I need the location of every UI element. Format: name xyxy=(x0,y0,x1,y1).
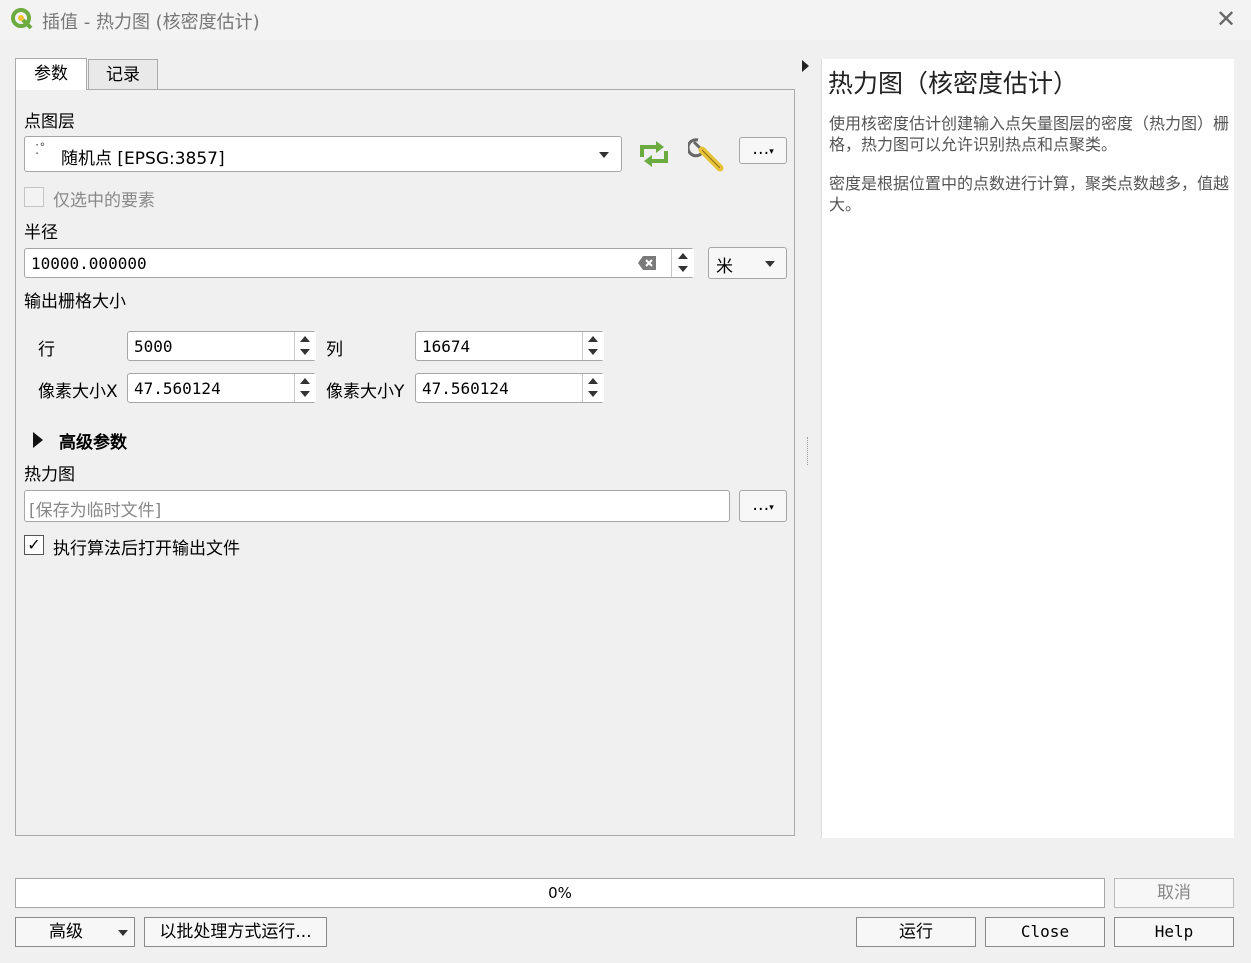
point-layer-value: 随机点 [EPSG:3857] xyxy=(61,149,225,169)
rows-input[interactable]: 5000 xyxy=(127,331,316,361)
clear-icon[interactable] xyxy=(637,255,657,271)
collapse-help-icon[interactable] xyxy=(802,60,809,72)
window-title: 插值 - 热力图 (核密度估计) xyxy=(42,12,260,33)
selected-only-label: 仅选中的要素 xyxy=(53,191,155,211)
chevron-right-icon xyxy=(33,432,43,448)
pixel-x-label: 像素大小X xyxy=(38,382,118,402)
selected-only-checkbox[interactable] xyxy=(24,187,44,207)
advanced-menu-button[interactable]: 高级 xyxy=(15,917,135,947)
chevron-down-icon xyxy=(765,261,775,267)
chevron-down-icon xyxy=(599,152,609,158)
batch-run-button[interactable]: 以批处理方式运行... xyxy=(144,917,327,947)
advanced-params-toggle[interactable]: 高级参数 xyxy=(30,428,170,453)
point-layer-select[interactable]: ⁚˚ 随机点 [EPSG:3857] xyxy=(24,136,622,172)
heatmap-output-input[interactable]: [保存为临时文件] xyxy=(24,490,730,522)
cols-label: 列 xyxy=(326,340,343,360)
qgis-logo-icon xyxy=(10,7,34,31)
help-paragraph-1: 使用核密度估计创建输入点矢量图层的密度（热力图）栅格，热力图可以允许识别热点和点… xyxy=(829,114,1230,154)
cols-input[interactable]: 16674 xyxy=(415,331,604,361)
close-button[interactable]: Close xyxy=(985,917,1105,947)
point-layer-more-button[interactable]: …▾ xyxy=(739,137,787,164)
radius-unit-select[interactable]: 米 xyxy=(708,247,787,279)
pixel-x-spinner[interactable] xyxy=(294,374,316,402)
output-raster-label: 输出栅格大小 xyxy=(24,292,126,312)
rows-spinner[interactable] xyxy=(294,332,316,360)
refresh-icon[interactable] xyxy=(636,137,672,171)
wrench-icon[interactable] xyxy=(686,136,728,174)
help-title: 热力图（核密度估计） xyxy=(828,69,1079,98)
help-button[interactable]: Help xyxy=(1114,917,1234,947)
pixel-y-label: 像素大小Y xyxy=(326,382,405,402)
radius-label: 半径 xyxy=(24,223,58,243)
pixel-x-input[interactable]: 47.560124 xyxy=(127,373,316,403)
open-after-checkbox[interactable]: ✓ xyxy=(24,535,44,555)
pixel-y-input[interactable]: 47.560124 xyxy=(415,373,604,403)
cancel-button[interactable]: 取消 xyxy=(1114,878,1234,908)
splitter-handle[interactable] xyxy=(807,437,811,465)
run-button[interactable]: 运行 xyxy=(856,917,976,947)
close-icon[interactable]: ✕ xyxy=(1213,6,1239,32)
radius-spinner[interactable] xyxy=(671,249,694,277)
radius-input[interactable]: 10000.000000 xyxy=(24,248,694,278)
cols-spinner[interactable] xyxy=(582,332,604,360)
heatmap-more-button[interactable]: …▾ xyxy=(739,490,787,522)
progress-bar: 0% xyxy=(15,878,1105,908)
radius-value: 10000.000000 xyxy=(31,254,147,273)
open-after-label: 执行算法后打开输出文件 xyxy=(53,539,240,559)
help-paragraph-2: 密度是根据位置中的点数进行计算，聚类点数越多，值越大。 xyxy=(829,174,1230,214)
point-layer-label: 点图层 xyxy=(24,112,75,132)
progress-text: 0% xyxy=(548,884,572,902)
tab-log[interactable]: 记录 xyxy=(88,59,158,89)
pixel-y-spinner[interactable] xyxy=(582,374,604,402)
heatmap-label: 热力图 xyxy=(24,465,75,485)
tab-params[interactable]: 参数 xyxy=(15,58,87,90)
rows-label: 行 xyxy=(38,340,55,360)
point-layer-icon: ⁚˚ xyxy=(35,143,46,158)
chevron-down-icon xyxy=(118,930,128,936)
